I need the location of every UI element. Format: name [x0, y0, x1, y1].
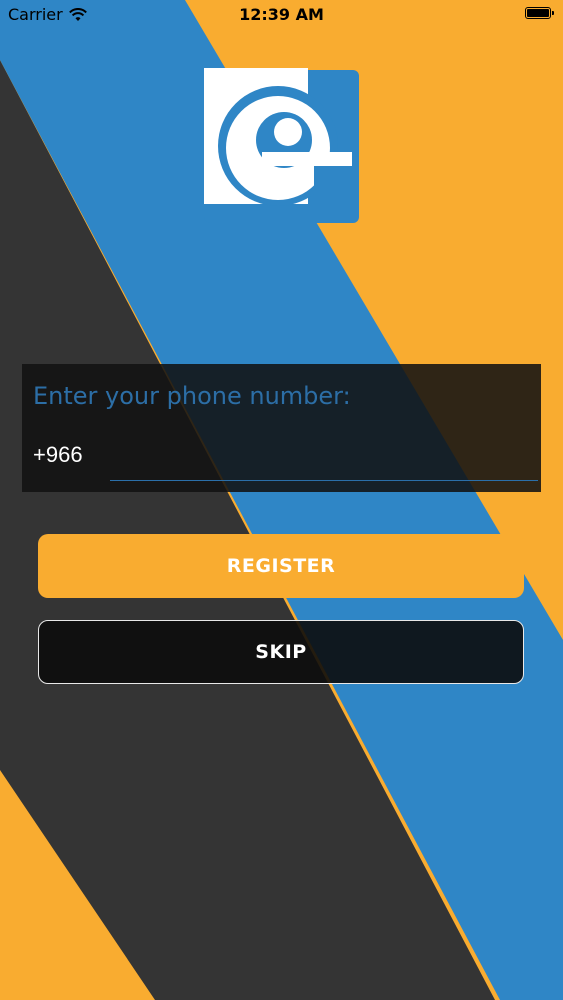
status-time: 12:39 AM — [239, 5, 324, 24]
country-code[interactable]: +966 — [33, 442, 83, 468]
phone-entry-panel: Enter your phone number: +966 — [22, 364, 541, 492]
phone-number-label: Enter your phone number: — [33, 382, 351, 410]
status-bar: Carrier 12:39 AM — [0, 0, 563, 30]
app-logo — [204, 68, 359, 223]
skip-button[interactable]: SKIP — [38, 620, 524, 684]
battery-icon — [525, 7, 554, 19]
phone-number-input[interactable] — [110, 436, 538, 481]
register-button[interactable]: REGISTER — [38, 534, 524, 598]
